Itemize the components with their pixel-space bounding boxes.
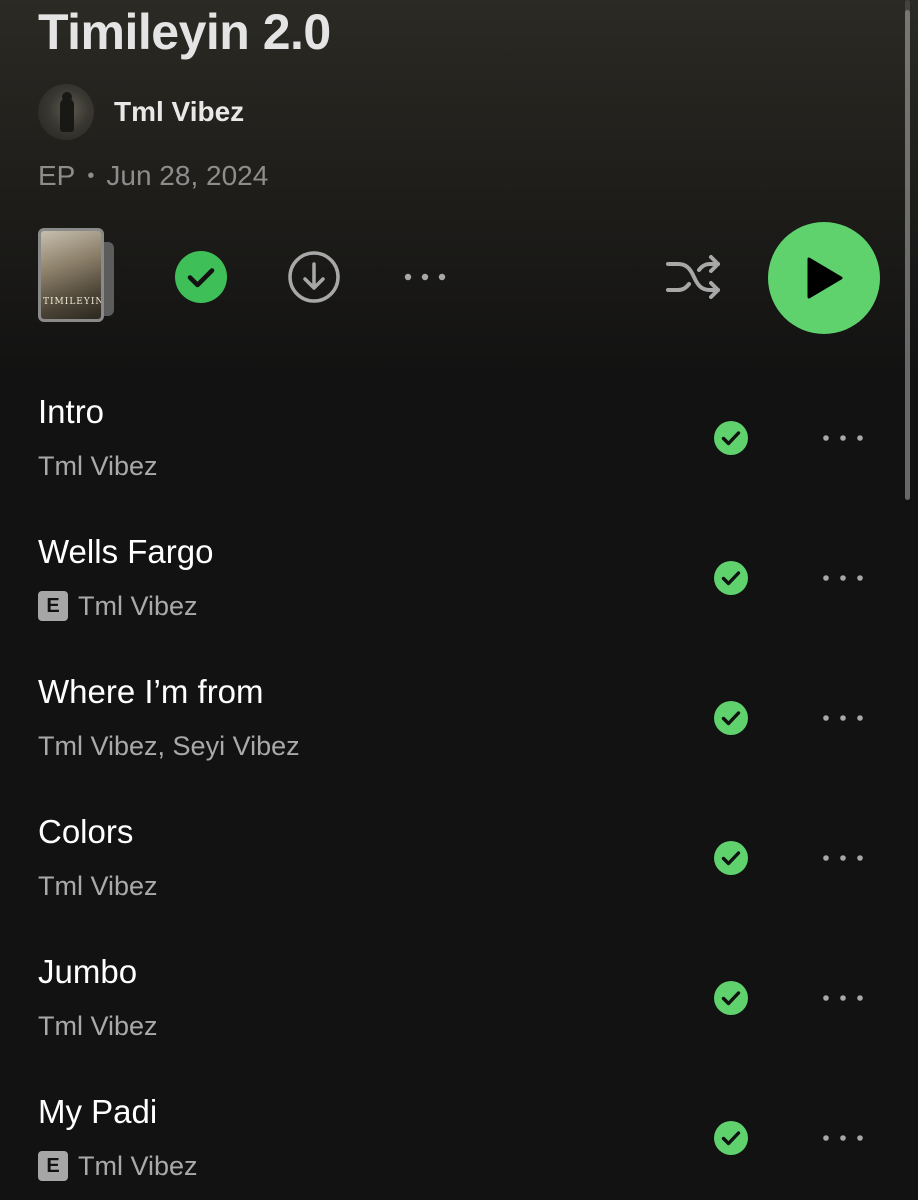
- download-icon[interactable]: [287, 250, 341, 304]
- action-bar: TIMILEYIN: [0, 220, 918, 334]
- track-row[interactable]: Colors Tml Vibez: [0, 788, 918, 928]
- track-row[interactable]: Wells Fargo E Tml Vibez: [0, 508, 918, 648]
- track-more-icon[interactable]: [818, 424, 868, 452]
- cover-art-lettering: TIMILEYIN: [43, 297, 104, 307]
- track-list: Intro Tml Vibez Wells Fargo E Tml Vibez: [0, 368, 918, 1200]
- saved-check-icon[interactable]: [713, 420, 749, 456]
- track-row[interactable]: Jumbo Tml Vibez: [0, 928, 918, 1068]
- saved-check-icon[interactable]: [713, 980, 749, 1016]
- track-row[interactable]: Intro Tml Vibez: [0, 368, 918, 508]
- track-subtitle: E Tml Vibez: [38, 1148, 198, 1184]
- album-meta: EP • Jun 28, 2024: [38, 160, 268, 192]
- track-subtitle: Tml Vibez, Seyi Vibez: [38, 728, 300, 764]
- track-subtitle: E Tml Vibez: [38, 588, 198, 624]
- explicit-badge: E: [38, 1151, 68, 1181]
- track-artists: Tml Vibez: [38, 1010, 158, 1041]
- more-options-icon[interactable]: [400, 260, 450, 294]
- saved-check-icon[interactable]: [713, 1120, 749, 1156]
- release-type: EP: [38, 160, 76, 191]
- track-title: Jumbo: [38, 953, 138, 990]
- album-title: Timileyin 2.0: [38, 4, 331, 60]
- track-more-icon[interactable]: [818, 704, 868, 732]
- artist-avatar[interactable]: [38, 84, 94, 140]
- track-subtitle: Tml Vibez: [38, 1008, 158, 1044]
- track-title: Intro: [38, 393, 105, 430]
- artist-row[interactable]: Tml Vibez: [38, 84, 244, 140]
- saved-check-icon[interactable]: [174, 250, 228, 304]
- track-artists: Tml Vibez, Seyi Vibez: [38, 730, 300, 761]
- track-artists: Tml Vibez: [78, 590, 198, 621]
- track-subtitle: Tml Vibez: [38, 448, 158, 484]
- track-artists: Tml Vibez: [78, 1150, 198, 1181]
- track-more-icon[interactable]: [818, 844, 868, 872]
- track-title: Colors: [38, 813, 134, 850]
- play-button[interactable]: [768, 222, 880, 334]
- saved-check-icon[interactable]: [713, 560, 749, 596]
- track-row[interactable]: My Padi E Tml Vibez: [0, 1068, 918, 1200]
- release-date: Jun 28, 2024: [106, 160, 269, 191]
- avatar-figure: [60, 98, 74, 132]
- track-subtitle: Tml Vibez: [38, 868, 158, 904]
- explicit-badge: E: [38, 591, 68, 621]
- album-cover-thumbnail[interactable]: TIMILEYIN: [38, 228, 116, 322]
- track-more-icon[interactable]: [818, 984, 868, 1012]
- track-title: Where I’m from: [38, 673, 264, 710]
- shuffle-icon[interactable]: [664, 250, 724, 304]
- track-artists: Tml Vibez: [38, 870, 158, 901]
- track-row[interactable]: Where I’m from Tml Vibez, Seyi Vibez: [0, 648, 918, 788]
- track-more-icon[interactable]: [818, 1124, 868, 1152]
- saved-check-icon[interactable]: [713, 700, 749, 736]
- play-icon: [807, 257, 843, 299]
- artist-name-link[interactable]: Tml Vibez: [114, 96, 244, 128]
- track-title: My Padi: [38, 1093, 158, 1130]
- track-artists: Tml Vibez: [38, 450, 158, 481]
- cover-art: TIMILEYIN: [38, 228, 104, 322]
- track-more-icon[interactable]: [818, 564, 868, 592]
- track-title: Wells Fargo: [38, 533, 214, 570]
- saved-check-icon[interactable]: [713, 840, 749, 876]
- meta-separator: •: [87, 164, 95, 187]
